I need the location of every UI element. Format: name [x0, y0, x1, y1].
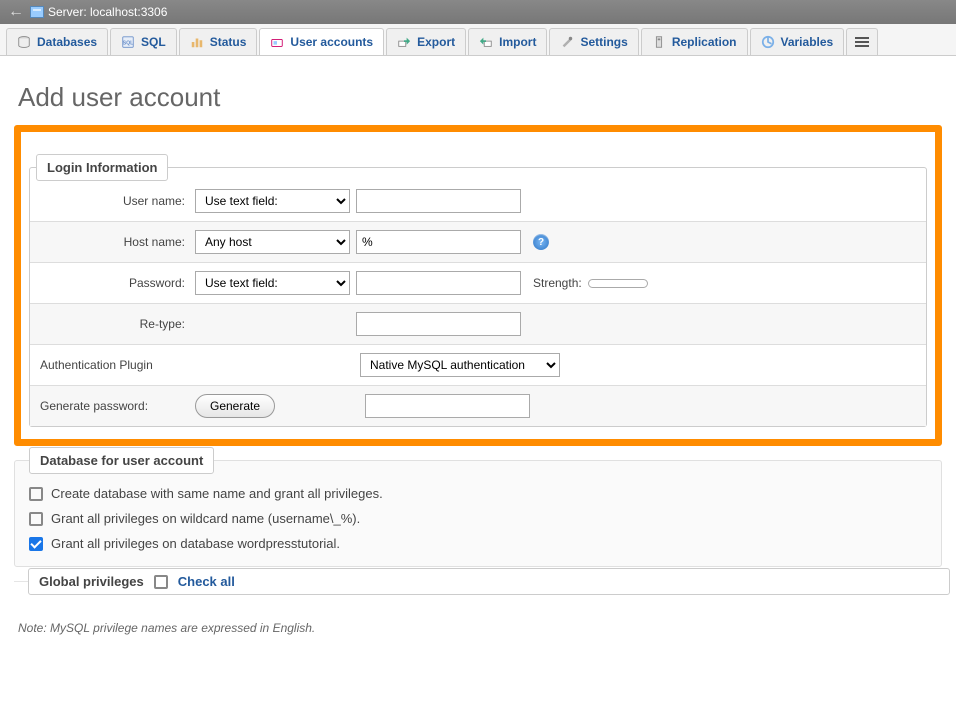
login-info-fieldset: Login Information User name: Use text fi…: [29, 154, 927, 427]
svg-text:SQL: SQL: [123, 41, 135, 47]
login-info-highlight: Login Information User name: Use text fi…: [14, 125, 942, 446]
user-accounts-icon: [270, 35, 284, 49]
tab-export[interactable]: Export: [386, 28, 466, 55]
tab-label: Replication: [672, 35, 737, 49]
row-user-name: User name: Use text field:: [30, 181, 926, 222]
db-option-label: Create database with same name and grant…: [51, 486, 383, 501]
tab-label: SQL: [141, 35, 166, 49]
tab-replication[interactable]: Replication: [641, 28, 748, 55]
hamburger-icon: [855, 35, 869, 49]
status-icon: [190, 35, 204, 49]
checkbox-icon[interactable]: [29, 487, 43, 501]
tab-import[interactable]: Import: [468, 28, 547, 55]
generate-label: Generate password:: [40, 399, 195, 413]
variables-icon: [761, 35, 775, 49]
tab-label: Variables: [781, 35, 834, 49]
retype-input[interactable]: [356, 312, 521, 336]
tab-user-accounts[interactable]: User accounts: [259, 28, 384, 55]
checkbox-icon[interactable]: [29, 512, 43, 526]
import-icon: [479, 35, 493, 49]
server-bar: ← Server: localhost:3306: [0, 0, 956, 24]
check-all-link[interactable]: Check all: [178, 574, 235, 589]
priv-legend: Global privileges Check all: [28, 568, 950, 595]
priv-section: Global privileges Check all Note: MySQL …: [14, 581, 942, 655]
db-option-label: Grant all privileges on database wordpre…: [51, 536, 340, 551]
user-name-select[interactable]: Use text field:: [195, 189, 350, 213]
retype-label: Re-type:: [40, 317, 195, 331]
tab-settings[interactable]: Settings: [549, 28, 638, 55]
tab-variables[interactable]: Variables: [750, 28, 845, 55]
auth-label: Authentication Plugin: [40, 358, 360, 372]
note: Note: MySQL privilege names are expresse…: [14, 609, 942, 647]
check-all-checkbox[interactable]: [154, 575, 168, 589]
databases-icon: [17, 35, 31, 49]
generate-button[interactable]: Generate: [195, 394, 275, 418]
tab-label: Databases: [37, 35, 97, 49]
db-option-label: Grant all privileges on wildcard name (u…: [51, 511, 360, 526]
tabbar: Databases SQL SQL Status User accounts E…: [0, 24, 956, 56]
password-select[interactable]: Use text field:: [195, 271, 350, 295]
tab-label: Import: [499, 35, 536, 49]
content: Add user account Login Information User …: [0, 56, 956, 695]
tab-status[interactable]: Status: [179, 28, 258, 55]
host-name-input[interactable]: [356, 230, 521, 254]
row-auth: Authentication Plugin Native MySQL authe…: [30, 345, 926, 386]
tab-sql[interactable]: SQL SQL: [110, 28, 177, 55]
row-generate: Generate password: Generate: [30, 386, 926, 426]
export-icon: [397, 35, 411, 49]
strength-wrap: Strength:: [533, 276, 648, 290]
tab-label: Settings: [580, 35, 627, 49]
password-input[interactable]: [356, 271, 521, 295]
row-retype: Re-type:: [30, 304, 926, 345]
replication-icon: [652, 35, 666, 49]
priv-legend-label: Global privileges: [39, 574, 144, 589]
help-icon[interactable]: ?: [533, 234, 549, 250]
db-section: Database for user account Create databas…: [14, 460, 942, 567]
strength-label: Strength:: [533, 276, 582, 290]
settings-icon: [560, 35, 574, 49]
user-name-input[interactable]: [356, 189, 521, 213]
tab-databases[interactable]: Databases: [6, 28, 108, 55]
db-option-0[interactable]: Create database with same name and grant…: [25, 481, 931, 506]
host-name-label: Host name:: [40, 235, 195, 249]
auth-select[interactable]: Native MySQL authentication: [360, 353, 560, 377]
generate-input[interactable]: [365, 394, 530, 418]
strength-bar: [588, 279, 648, 288]
tab-more[interactable]: [846, 28, 878, 55]
db-section-legend: Database for user account: [29, 447, 214, 474]
server-label: Server: localhost:3306: [48, 5, 167, 19]
back-arrow[interactable]: ←: [8, 3, 24, 21]
tab-label: Status: [210, 35, 247, 49]
row-password: Password: Use text field: Strength:: [30, 263, 926, 304]
tab-label: Export: [417, 35, 455, 49]
db-option-2[interactable]: Grant all privileges on database wordpre…: [25, 531, 931, 556]
login-info-legend: Login Information: [36, 154, 168, 181]
server-icon: [30, 6, 44, 18]
checkbox-icon[interactable]: [29, 537, 43, 551]
tab-label: User accounts: [290, 35, 373, 49]
password-label: Password:: [40, 276, 195, 290]
db-option-1[interactable]: Grant all privileges on wildcard name (u…: [25, 506, 931, 531]
row-host-name: Host name: Any host ?: [30, 222, 926, 263]
user-name-label: User name:: [40, 194, 195, 208]
host-name-select[interactable]: Any host: [195, 230, 350, 254]
sql-icon: SQL: [121, 35, 135, 49]
page-title: Add user account: [14, 64, 942, 125]
